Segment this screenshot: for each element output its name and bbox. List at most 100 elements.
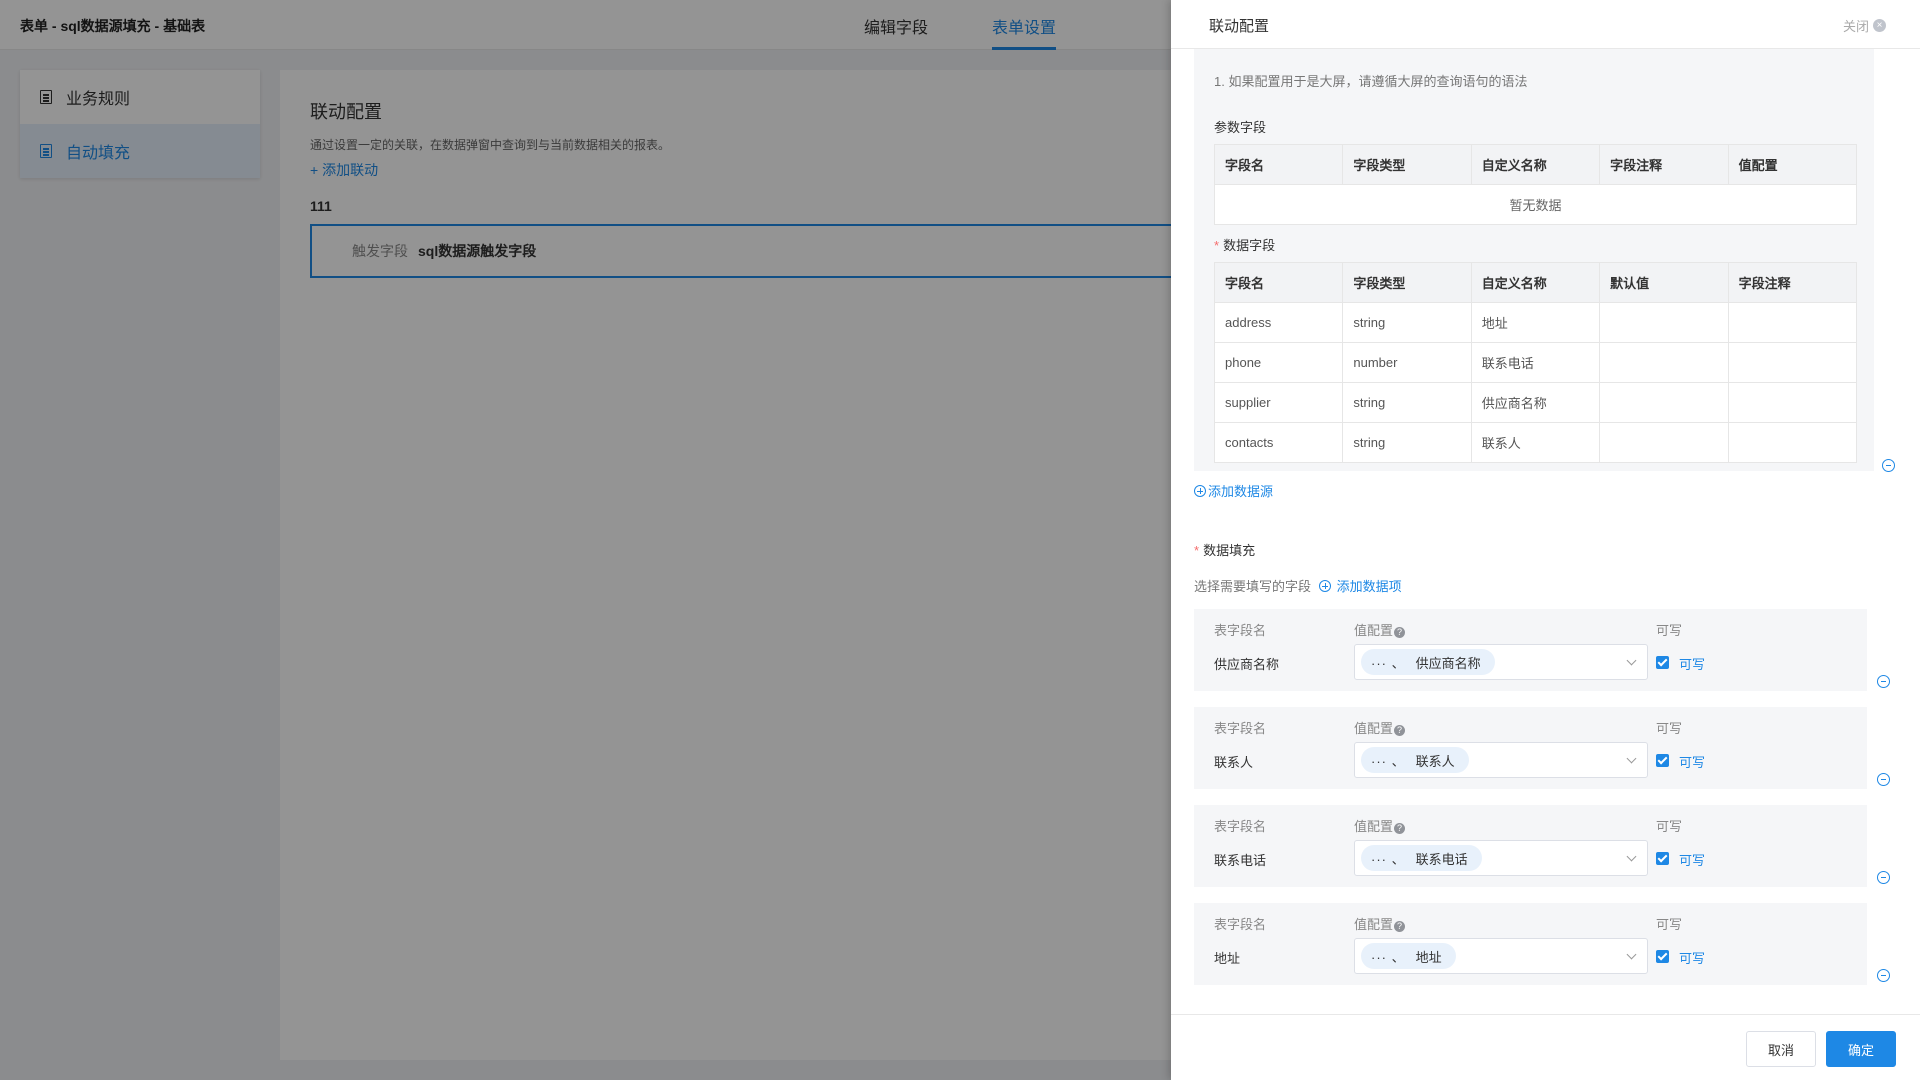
value-config-select[interactable]: ··· 、地址 — [1354, 938, 1648, 974]
remove-datasource-icon[interactable] — [1882, 459, 1895, 472]
table-row: address string 地址 — [1213, 302, 1858, 343]
cell-field-comment — [1727, 382, 1858, 423]
data-fill-label: * 数据填充 — [1194, 540, 1255, 559]
cell-default-value — [1599, 342, 1729, 383]
cell-field-name: supplier — [1213, 382, 1344, 423]
value-tag: ··· 、供应商名称 — [1361, 649, 1495, 675]
question-icon: ? — [1394, 823, 1406, 834]
cell-field-type: string — [1342, 382, 1472, 423]
writable-checkbox[interactable] — [1656, 656, 1669, 669]
col-value-label-text: 值配置 — [1354, 917, 1394, 932]
col-writable-label: 可写 — [1656, 721, 1683, 736]
fill-field-name: 联系电话 — [1214, 853, 1267, 868]
cell-default-value — [1599, 422, 1729, 463]
remove-fill-row-icon[interactable] — [1877, 675, 1890, 688]
chevron-down-icon — [1626, 753, 1637, 764]
writable-label[interactable]: 可写 — [1679, 654, 1705, 673]
cell-custom-name: 地址 — [1470, 302, 1601, 343]
fill-field-name: 供应商名称 — [1214, 657, 1280, 672]
col-value-label: 值配置? — [1354, 914, 1406, 933]
column-header: 自定义名称 — [1470, 144, 1601, 185]
table-empty-row: 暂无数据 — [1214, 184, 1857, 225]
close-button[interactable]: 关闭 × — [1843, 16, 1886, 35]
writable-label[interactable]: 可写 — [1679, 850, 1705, 869]
col-value-label: 值配置? — [1354, 620, 1406, 639]
column-header: 值配置 — [1727, 144, 1858, 185]
tag-prefix: ··· 、 — [1371, 851, 1406, 867]
data-fields-label: * 数据字段 — [1214, 235, 1275, 254]
tag-prefix: ··· 、 — [1371, 655, 1406, 671]
fill-row: 表字段名 值配置? 可写 联系电话 ··· 、联系电话 可写 — [1194, 805, 1867, 887]
cell-custom-name: 联系人 — [1470, 422, 1601, 463]
cell-field-comment — [1727, 302, 1858, 343]
col-field-label: 表字段名 — [1214, 819, 1267, 834]
column-header: 字段注释 — [1599, 144, 1729, 185]
column-header: 字段类型 — [1342, 144, 1472, 185]
column-header: 字段注释 — [1727, 262, 1858, 303]
tag-value: 联系电话 — [1415, 851, 1468, 867]
chevron-down-icon — [1626, 851, 1637, 862]
column-header: 自定义名称 — [1470, 262, 1601, 303]
column-header: 字段名 — [1213, 262, 1344, 303]
writable-label[interactable]: 可写 — [1679, 752, 1705, 771]
drawer-header: 联动配置 关闭 × — [1171, 0, 1920, 49]
param-fields-table: 字段名 字段类型 自定义名称 字段注释 值配置 暂无数据 — [1213, 144, 1858, 225]
value-config-select[interactable]: ··· 、联系电话 — [1354, 840, 1648, 876]
value-config-select[interactable]: ··· 、联系人 — [1354, 742, 1648, 778]
tag-value: 地址 — [1415, 949, 1442, 965]
cell-field-name: address — [1213, 302, 1344, 343]
fill-field-name: 地址 — [1214, 951, 1241, 966]
drawer-footer: 取消 确定 — [1171, 1014, 1920, 1080]
value-config-select[interactable]: ··· 、供应商名称 — [1354, 644, 1648, 680]
cell-custom-name: 联系电话 — [1470, 342, 1601, 383]
value-tag: ··· 、联系电话 — [1361, 845, 1482, 871]
writable-checkbox[interactable] — [1656, 754, 1669, 767]
cell-field-type: string — [1342, 302, 1472, 343]
table-row: supplier string 供应商名称 — [1213, 382, 1858, 423]
column-header: 字段名 — [1213, 144, 1344, 185]
data-fill-hint: 选择需要填写的字段 添加数据项 — [1194, 576, 1402, 595]
fill-row: 表字段名 值配置? 可写 供应商名称 ··· 、供应商名称 可写 — [1194, 609, 1867, 691]
question-icon: ? — [1394, 627, 1406, 638]
datasource-note: 1. 如果配置用于是大屏，请遵循大屏的查询语句的语法 — [1214, 74, 1528, 89]
col-field-label: 表字段名 — [1214, 623, 1267, 638]
chevron-down-icon — [1626, 949, 1637, 960]
add-datasource-button[interactable]: 添加数据源 — [1194, 481, 1273, 500]
value-tag: ··· 、联系人 — [1361, 747, 1469, 773]
linkage-config-drawer: 联动配置 关闭 × 1. 如果配置用于是大屏，请遵循大屏的查询语句的语法 参数字… — [1171, 0, 1920, 1080]
table-row: phone number 联系电话 — [1213, 342, 1858, 383]
required-mark: * — [1194, 543, 1200, 558]
col-value-label-text: 值配置 — [1354, 721, 1394, 736]
add-datasource-label: 添加数据源 — [1208, 484, 1274, 499]
tag-value: 联系人 — [1415, 753, 1455, 769]
col-writable-label: 可写 — [1656, 623, 1683, 638]
cell-field-name: phone — [1213, 342, 1344, 383]
cell-field-name: contacts — [1213, 422, 1344, 463]
add-data-item-label: 添加数据项 — [1336, 579, 1402, 594]
writable-checkbox[interactable] — [1656, 852, 1669, 865]
writable-label[interactable]: 可写 — [1679, 948, 1705, 967]
plus-circle-icon — [1194, 485, 1206, 497]
table-header-row: 字段名 字段类型 自定义名称 字段注释 值配置 — [1213, 144, 1858, 185]
data-fields-label-text: 数据字段 — [1223, 238, 1276, 253]
fill-row: 表字段名 值配置? 可写 地址 ··· 、地址 可写 — [1194, 903, 1867, 985]
col-writable-label: 可写 — [1656, 917, 1683, 932]
column-header: 字段类型 — [1342, 262, 1472, 303]
cancel-button[interactable]: 取消 — [1746, 1031, 1816, 1067]
close-icon[interactable]: × — [1873, 19, 1886, 32]
remove-fill-row-icon[interactable] — [1877, 871, 1890, 884]
col-field-label: 表字段名 — [1214, 721, 1267, 736]
writable-checkbox[interactable] — [1656, 950, 1669, 963]
add-data-item-button[interactable]: 添加数据项 — [1319, 576, 1402, 595]
col-writable-label: 可写 — [1656, 819, 1683, 834]
cell-field-comment — [1727, 422, 1858, 463]
confirm-button[interactable]: 确定 — [1826, 1031, 1896, 1067]
cell-custom-name: 供应商名称 — [1470, 382, 1601, 423]
remove-fill-row-icon[interactable] — [1877, 773, 1890, 786]
data-fill-hint-text: 选择需要填写的字段 — [1194, 579, 1312, 594]
close-label: 关闭 — [1842, 19, 1869, 34]
cell-field-type: number — [1342, 342, 1472, 383]
cell-default-value — [1599, 302, 1729, 343]
drawer-title: 联动配置 — [1209, 18, 1270, 35]
remove-fill-row-icon[interactable] — [1877, 969, 1890, 982]
